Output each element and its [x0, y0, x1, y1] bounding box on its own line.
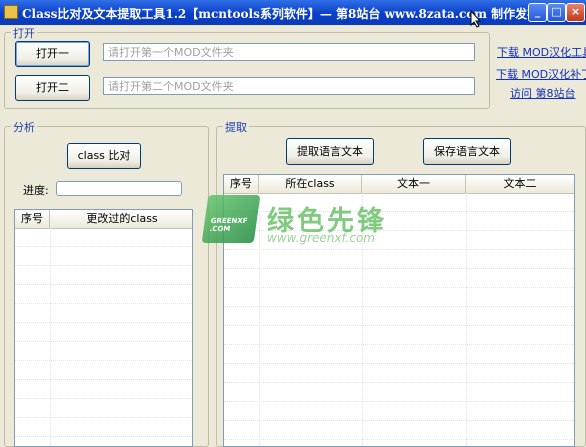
mouse-cursor-icon [470, 10, 482, 28]
extract-group-label: 提取 [223, 119, 249, 135]
second-mod-folder-field[interactable]: 请打开第二个MOD文件夹 [103, 77, 475, 95]
list-row[interactable] [15, 323, 192, 342]
list-row[interactable] [15, 342, 192, 361]
maximize-button[interactable]: □ [547, 3, 566, 22]
app-icon [4, 5, 18, 19]
class-compare-button[interactable]: class 比对 [67, 143, 141, 169]
analysis-group-label: 分析 [11, 119, 37, 135]
list-row[interactable] [224, 193, 574, 212]
download-tool-link[interactable]: 下载 MOD汉化工具 [497, 44, 586, 60]
visit-site-link[interactable]: 访问 第8站台 [510, 85, 576, 101]
list-row[interactable] [224, 326, 574, 345]
column-header-changed-class[interactable]: 更改过的class [50, 210, 192, 228]
column-header-text-one[interactable]: 文本一 [362, 175, 466, 193]
open-first-button[interactable]: 打开一 [15, 41, 90, 67]
list-row[interactable] [224, 440, 574, 446]
list-row[interactable] [15, 361, 192, 380]
list-row[interactable] [224, 364, 574, 383]
column-header-index[interactable]: 序号 [224, 175, 259, 193]
first-mod-folder-field[interactable]: 请打开第一个MOD文件夹 [103, 43, 475, 61]
list-row[interactable] [15, 247, 192, 266]
open-second-button[interactable]: 打开二 [15, 75, 90, 101]
progress-label: 进度: [23, 184, 49, 197]
language-text-list[interactable]: 序号 所在class 文本一 文本二 [223, 174, 575, 447]
list-row[interactable] [224, 402, 574, 421]
maximize-icon: □ [551, 5, 562, 18]
open-group-label: 打开 [11, 25, 37, 41]
list-row[interactable] [15, 266, 192, 285]
changed-class-list-header: 序号 更改过的class [15, 210, 192, 229]
minimize-button[interactable]: _ [528, 3, 547, 22]
close-button[interactable]: × [566, 3, 585, 22]
column-header-index[interactable]: 序号 [15, 210, 50, 228]
list-row[interactable] [224, 383, 574, 402]
list-row[interactable] [15, 228, 192, 247]
list-row[interactable] [15, 399, 192, 418]
save-text-button[interactable]: 保存语言文本 [423, 138, 511, 165]
list-row[interactable] [224, 345, 574, 364]
list-row[interactable] [224, 421, 574, 440]
column-header-class[interactable]: 所在class [259, 175, 362, 193]
list-row[interactable] [15, 304, 192, 323]
download-patch-link[interactable]: 下载 MOD汉化补丁 [496, 66, 586, 82]
list-row[interactable] [224, 212, 574, 231]
title-bar[interactable]: Class比对及文本提取工具1.2【mcntools系列软件】— 第8站台 ww… [0, 0, 586, 25]
list-row[interactable] [15, 380, 192, 399]
list-row[interactable] [224, 231, 574, 250]
list-row[interactable] [15, 418, 192, 437]
column-header-text-two[interactable]: 文本二 [466, 175, 574, 193]
list-row[interactable] [224, 307, 574, 326]
minimize-icon: _ [534, 5, 541, 18]
language-text-list-header: 序号 所在class 文本一 文本二 [224, 175, 574, 194]
changed-class-list[interactable]: 序号 更改过的class [14, 209, 193, 447]
list-row[interactable] [224, 288, 574, 307]
extract-text-button[interactable]: 提取语言文本 [286, 138, 374, 165]
list-row[interactable] [224, 269, 574, 288]
list-row[interactable] [224, 250, 574, 269]
progress-bar [56, 181, 182, 196]
list-row[interactable] [15, 437, 192, 446]
list-row[interactable] [15, 285, 192, 304]
close-icon: × [570, 5, 581, 18]
window-title: Class比对及文本提取工具1.2【mcntools系列软件】— 第8站台 ww… [22, 7, 540, 21]
